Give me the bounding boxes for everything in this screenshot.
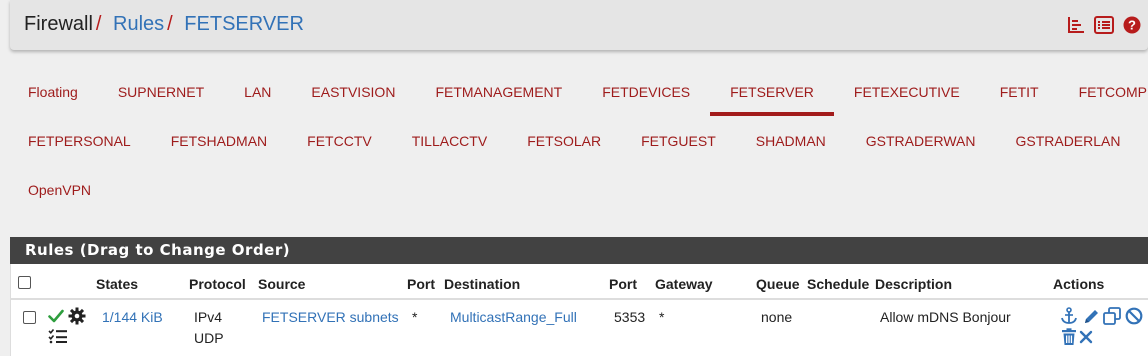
tab-fetguest[interactable]: FETGUEST	[621, 117, 736, 165]
header-port: Port	[407, 276, 435, 292]
description-value: Allow mDNS Bonjour	[880, 309, 1011, 325]
header-queue: Queue	[756, 276, 800, 292]
tab-fetpersonal[interactable]: FETPERSONAL	[8, 117, 151, 165]
gateway-value: *	[659, 309, 665, 325]
header-destination: Destination	[444, 276, 521, 292]
interface-tabs-row-2: FETPERSONAL FETSHADMAN FETCCTV TILLACCTV…	[8, 117, 1141, 165]
pass-check-icon[interactable]	[47, 307, 65, 325]
tab-fetmanagement[interactable]: FETMANAGEMENT	[415, 68, 582, 116]
tab-fetdevices[interactable]: FETDEVICES	[582, 68, 710, 116]
destination-link[interactable]: MulticastRange_Full	[450, 309, 577, 325]
header-dest-port: Port	[609, 276, 637, 292]
header-actions: Actions	[1053, 276, 1105, 292]
copy-icon[interactable]	[1102, 306, 1122, 326]
rules-panel-title: Rules (Drag to Change Order)	[10, 237, 1148, 264]
anchor-icon[interactable]	[1059, 306, 1079, 326]
header-icons: ?	[1066, 15, 1142, 35]
list-icon[interactable]	[1094, 15, 1114, 35]
header-divider	[11, 298, 1148, 300]
interface-tabs-row-1: Floating SUPNERNET LAN EASTVISION FETMAN…	[8, 68, 1148, 116]
tab-supnernet[interactable]: SUPNERNET	[98, 68, 224, 116]
breadcrumb-separator: /	[167, 13, 173, 35]
tab-shadman[interactable]: SHADMAN	[736, 117, 846, 165]
row-select-checkbox[interactable]	[23, 311, 36, 324]
tab-fetsolar[interactable]: FETSOLAR	[507, 117, 621, 165]
tab-fetexecutive[interactable]: FETEXECUTIVE	[834, 68, 980, 116]
edit-pencil-icon[interactable]	[1081, 306, 1101, 326]
protocol-ipv4: IPv4	[194, 309, 223, 325]
header-schedule: Schedule	[807, 276, 870, 292]
tab-floating[interactable]: Floating	[8, 68, 98, 116]
tab-fetcomputer[interactable]: FETCOMPUTER	[1059, 68, 1148, 116]
page-header: Firewall / Rules / FETSERVER ?	[10, 0, 1148, 50]
header-protocol: Protocol	[189, 276, 246, 292]
breadcrumb-rules-link[interactable]: Rules	[113, 13, 164, 35]
destination-port: 5353	[614, 309, 646, 325]
tab-fetshadman[interactable]: FETSHADMAN	[151, 117, 287, 165]
breadcrumb-separator: /	[95, 13, 102, 35]
disable-icon[interactable]	[1124, 306, 1144, 326]
tab-eastvision[interactable]: EASTVISION	[291, 68, 415, 116]
tab-gstraderlan[interactable]: GSTRADERLAN	[995, 117, 1140, 165]
gear-icon[interactable]	[67, 306, 87, 326]
header-source: Source	[258, 276, 306, 292]
checklist-icon[interactable]	[47, 327, 69, 345]
breadcrumb-firewall: Firewall	[24, 13, 93, 35]
breadcrumb-fetserver-link[interactable]: FETSERVER	[184, 13, 304, 35]
tab-lan[interactable]: LAN	[224, 68, 291, 116]
select-all-checkbox[interactable]	[18, 276, 31, 289]
tab-fetcctv[interactable]: FETCCTV	[287, 117, 392, 165]
source-link[interactable]: FETSERVER subnets	[262, 309, 399, 325]
header-gateway: Gateway	[655, 276, 713, 292]
tab-openvpn[interactable]: OpenVPN	[8, 166, 111, 214]
protocol-udp: UDP	[194, 330, 224, 346]
states-link[interactable]: 1/144 KiB	[102, 309, 163, 325]
chart-icon[interactable]	[1066, 15, 1086, 35]
trash-icon[interactable]	[1059, 327, 1079, 347]
source-port: *	[412, 309, 418, 325]
header-states: States	[96, 276, 139, 292]
header-description: Description	[875, 276, 953, 292]
tab-gstraderwan[interactable]: GSTRADERWAN	[846, 117, 996, 165]
close-icon[interactable]	[1077, 327, 1095, 347]
interface-tabs-row-3: OpenVPN	[8, 166, 111, 214]
rules-table: States Protocol Source Port Destination …	[10, 264, 1148, 356]
help-icon[interactable]: ?	[1122, 15, 1142, 35]
breadcrumb: Firewall / Rules / FETSERVER	[24, 13, 304, 36]
svg-text:?: ?	[1128, 18, 1136, 33]
tab-tillacctv[interactable]: TILLACCTV	[392, 117, 507, 165]
tab-fetit[interactable]: FETIT	[980, 68, 1059, 116]
tab-fetserver[interactable]: FETSERVER	[710, 68, 834, 116]
queue-value: none	[761, 309, 793, 325]
